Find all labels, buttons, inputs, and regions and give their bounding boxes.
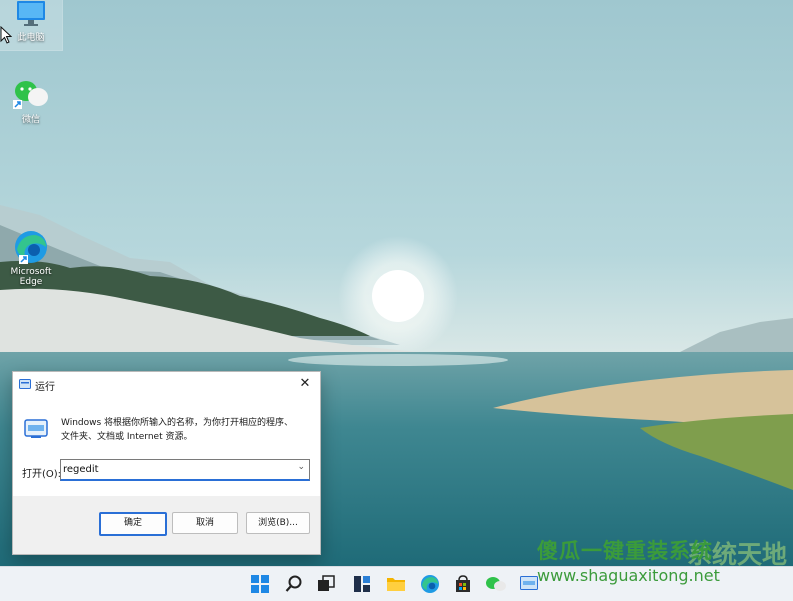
open-input[interactable] <box>63 461 283 477</box>
file-explorer-icon <box>387 578 405 591</box>
edge-icon <box>421 575 439 593</box>
chevron-down-icon[interactable]: ⌄ <box>297 462 305 472</box>
dialog-title: 运行 <box>35 382 55 393</box>
desktop-icon-label: 微信 <box>21 115 40 125</box>
search-icon <box>285 575 302 592</box>
desktop: 此电脑 微信 Microsoft Edge 运行 ✕ Windows 将根据你所… <box>0 0 793 566</box>
start-button[interactable] <box>248 572 272 596</box>
ok-button[interactable]: 确定 <box>99 512 167 536</box>
cancel-button[interactable]: 取消 <box>172 512 238 534</box>
watermark: 系统天地 傻瓜一键重装系统 www.shaguaxitong.net <box>537 535 787 597</box>
run-dialog: 运行 ✕ Windows 将根据你所输入的名称，为你打开相应的程序、 文件夹、文… <box>12 371 321 555</box>
run-icon <box>19 379 31 389</box>
run-app-icon <box>24 419 48 438</box>
watermark-title: 傻瓜一键重装系统 <box>537 539 713 563</box>
close-icon: ✕ <box>299 376 311 391</box>
open-combobox[interactable]: ⌄ <box>60 459 310 481</box>
search-button[interactable] <box>282 572 306 596</box>
store-icon <box>456 575 470 592</box>
description-line: 文件夹、文档或 Internet 资源。 <box>61 432 193 442</box>
edge-icon <box>15 231 47 264</box>
mouse-cursor-icon <box>0 26 12 44</box>
edge-taskbar-button[interactable] <box>418 572 442 596</box>
desktop-icon-label: Microsoft Edge <box>10 267 52 287</box>
wechat-icon <box>13 81 48 109</box>
dialog-description: Windows 将根据你所输入的名称，为你打开相应的程序、 文件夹、文档或 In… <box>61 416 311 444</box>
run-icon <box>520 576 538 590</box>
watermark-url: www.shaguaxitong.net <box>537 566 720 585</box>
widgets-button[interactable] <box>350 572 374 596</box>
description-line: Windows 将根据你所输入的名称，为你打开相应的程序、 <box>61 418 294 428</box>
run-dialog-titlebar[interactable]: 运行 ✕ <box>13 372 320 396</box>
desktop-icon-wechat[interactable]: 微信 <box>0 78 62 125</box>
open-label: 打开(O): <box>22 469 62 480</box>
dialog-button-bar: 确定 取消 浏览(B)... <box>13 496 320 554</box>
wechat-icon <box>486 577 506 591</box>
browse-button[interactable]: 浏览(B)... <box>246 512 310 534</box>
desktop-icon-edge[interactable]: Microsoft Edge <box>0 229 62 287</box>
pc-monitor-icon <box>17 1 45 26</box>
file-explorer-button[interactable] <box>384 572 408 596</box>
start-icon <box>251 575 269 593</box>
widgets-icon <box>354 576 370 592</box>
store-button[interactable] <box>451 572 475 596</box>
task-view-button[interactable] <box>314 572 338 596</box>
close-button[interactable]: ✕ <box>294 374 316 394</box>
wechat-taskbar-button[interactable] <box>484 572 508 596</box>
task-view-icon <box>318 575 335 591</box>
desktop-icon-label: 此电脑 <box>17 33 45 43</box>
